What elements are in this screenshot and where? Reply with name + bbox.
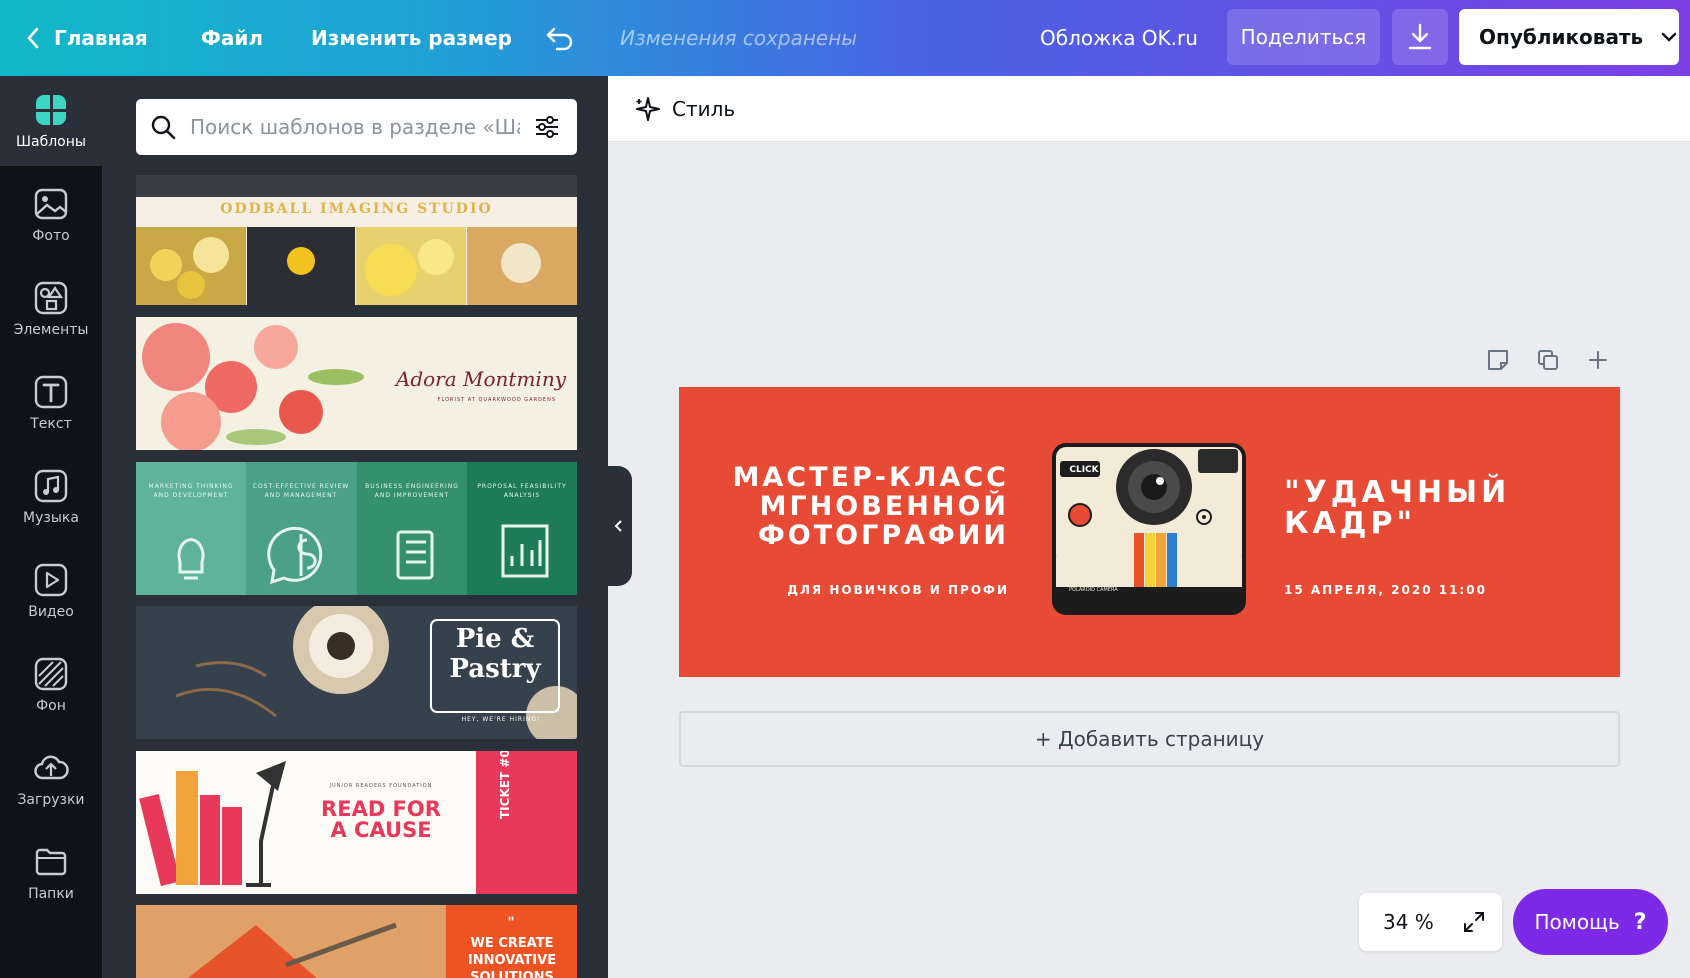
template-subtitle: HEY, WE'RE HIRING! [461,716,541,723]
templates-icon [36,95,66,125]
note-icon [1488,350,1508,370]
home-button[interactable]: Главная [26,0,148,76]
help-label: Помощь [1534,910,1620,934]
rail-item-elements[interactable]: Элементы [0,264,102,354]
save-status: Изменения сохранены [620,26,858,50]
add-page-icon-button[interactable] [1584,346,1612,374]
folders-icon [35,848,67,876]
template-title: Pie & Pastry [449,624,541,684]
rail-item-templates[interactable]: Шаблоны [0,76,102,166]
svg-text:": " [507,915,514,931]
rail-label-music: Музыка [23,510,79,526]
camera-brand-label: POLAROID CAMERA [1069,587,1118,593]
template-title: WE CREATE INNOVATIVE SOLUTIONS [467,936,557,978]
template-title: ODDBALL IMAGING STUDIO [220,201,493,217]
fullscreen-icon[interactable] [1462,910,1486,934]
zoom-control[interactable]: 34 % [1359,893,1502,951]
template-thumbnail [136,175,577,305]
rail-item-photos[interactable]: Фото [0,170,102,260]
camera-click-label: CLICK [1069,465,1099,475]
template-col-1: MARKETING THINKING AND DEVELOPMENT [148,483,234,499]
duplicate-icon [1538,350,1558,370]
rail-label-folders: Папки [28,886,74,902]
chevron-left-icon [614,520,622,532]
templates-panel: ODDBALL IMAGING STUDIO Adora Montminy FL… [102,76,608,978]
search-input[interactable] [190,115,520,139]
download-icon [1408,23,1432,50]
undo-icon [546,27,573,51]
chevron-left-icon [27,27,39,49]
design-right-subtitle[interactable]: 15 АПРЕЛЯ, 2020 11:00 [1284,583,1487,597]
template-title: Adora Montminy [395,367,566,391]
template-card-innovative[interactable]: " WE CREATE INNOVATIVE SOLUTIONS [136,905,577,978]
template-col-3: BUSINESS ENGINEERING AND IMPROVEMENT [365,483,459,499]
template-subtitle: FLORIST AT QUARKWOOD GARDENS [437,397,556,403]
duplicate-page-button[interactable] [1534,346,1562,374]
template-card-read-for-cause[interactable]: JUNIOR READERS FOUNDATION READ FOR A CAU… [136,751,577,894]
rail-label-photos: Фото [32,228,70,244]
design-page[interactable]: МАСТЕР-КЛАСС МГНОВЕННОЙ ФОТОГРАФИИ ДЛЯ Н… [679,387,1620,677]
background-icon [34,657,68,691]
download-button[interactable] [1392,9,1448,65]
rail-item-background[interactable]: Фон [0,640,102,730]
rail-item-music[interactable]: Музыка [0,452,102,542]
rail-label-elements: Элементы [13,322,89,338]
template-card-pie-pastry[interactable]: Pie & Pastry HEY, WE'RE HIRING! [136,606,577,739]
template-col-4: PROPOSAL FEASIBILITY ANALYSIS [477,483,567,499]
design-left-subtitle[interactable]: ДЛЯ НОВИЧКОВ И ПРОФИ [729,583,1009,597]
plus-icon [1589,351,1607,369]
share-button[interactable]: Поделиться [1227,9,1380,65]
rail-item-video[interactable]: Видео [0,546,102,636]
rail-label-background: Фон [36,698,66,714]
template-card-adora[interactable]: Adora Montminy FLORIST AT QUARKWOOD GARD… [136,317,577,450]
search-icon [151,115,176,140]
rail-item-folders[interactable]: Папки [0,828,102,918]
style-button[interactable]: Стиль [672,97,735,121]
add-page-button[interactable]: + Добавить страницу [679,711,1620,767]
rail-label-video: Видео [28,604,74,620]
video-icon [34,563,68,597]
top-bar: Главная Файл Изменить размер Изменения с… [0,0,1690,76]
chevron-down-icon [1662,32,1677,42]
page-note-button[interactable] [1484,346,1512,374]
file-menu-button[interactable]: Файл [201,0,263,76]
publish-button[interactable]: Опубликовать [1459,9,1679,65]
rail-label-templates: Шаблоны [16,134,86,150]
zoom-level[interactable]: 34 % [1383,910,1434,934]
resize-button[interactable]: Изменить размер [311,0,512,76]
template-search[interactable] [136,99,577,155]
side-navigation: Шаблоны Фото Элементы Текст Музыка Видео… [0,76,102,978]
photo-icon [34,188,68,220]
filter-icon[interactable] [534,115,560,139]
home-label: Главная [54,26,148,50]
undo-button[interactable] [545,0,575,76]
publish-label: Опубликовать [1479,25,1644,49]
music-icon [34,469,68,503]
elements-icon [34,281,68,315]
design-left-title[interactable]: МАСТЕР-КЛАСС МГНОВЕННОЙ ФОТОГРАФИИ [729,463,1009,550]
template-card-oddball[interactable]: ODDBALL IMAGING STUDIO [136,175,577,305]
rail-label-text: Текст [30,416,72,432]
design-right-title[interactable]: "УДАЧНЫЙ КАДР" [1284,477,1510,539]
template-ticket: TICKET #0001 [498,751,512,819]
text-icon [34,375,68,409]
template-card-business[interactable]: MARKETING THINKING AND DEVELOPMENT COST-… [136,462,577,595]
rail-label-uploads: Загрузки [17,792,85,808]
style-toolbar: Стиль [608,76,1690,142]
page-tools [1484,346,1612,374]
help-button[interactable]: Помощь ? [1513,889,1668,955]
template-col-2: COST-EFFECTIVE REVIEW AND MANAGEMENT [252,483,350,499]
uploads-icon [34,755,69,780]
sparkle-icon [636,96,660,121]
rail-item-text[interactable]: Текст [0,358,102,448]
collapse-panel-button[interactable] [606,466,632,586]
template-title: READ FOR A CAUSE [321,797,441,842]
template-kicker: JUNIOR READERS FOUNDATION [329,783,433,789]
rail-item-uploads[interactable]: Загрузки [0,734,102,824]
help-question-icon: ? [1633,909,1647,935]
document-type-label[interactable]: Обложка OK.ru [1040,0,1198,76]
